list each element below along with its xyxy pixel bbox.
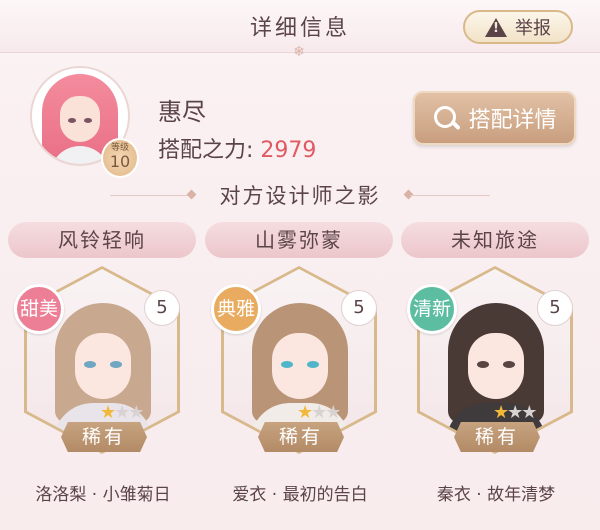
level-badge: 等级 10	[101, 138, 139, 178]
star-icon: ★	[100, 402, 116, 423]
designer-shadow-card[interactable]: 风铃轻响 ★★★ 稀有 甜美 5 洛洛梨 · 小雏菊日	[8, 222, 198, 522]
star-icon: ★	[507, 402, 523, 423]
rarity-banner: 稀有	[61, 422, 147, 452]
snowflake-ornament-icon: ❄	[293, 44, 305, 60]
style-badge: 甜美	[14, 284, 64, 334]
designer-shadow-card[interactable]: 未知旅途 ★★★ 稀有 清新 5 秦衣 · 故年清梦	[401, 222, 591, 522]
card-tag: 未知旅途	[401, 222, 589, 258]
match-detail-button[interactable]: 搭配详情	[413, 91, 576, 145]
magnifier-icon	[432, 104, 462, 132]
count-badge: 5	[144, 290, 180, 326]
match-detail-label: 搭配详情	[468, 108, 557, 133]
detail-panel: 详细信息 举报 ❄ 等级 10 惠尽 搭配之力: 2979 搭配详情 对方设计师…	[0, 0, 600, 530]
star-icon: ★	[493, 402, 509, 423]
count-badge: 5	[341, 290, 377, 326]
star-icon: ★	[311, 402, 327, 423]
card-tag: 山雾弥蒙	[205, 222, 393, 258]
warning-icon	[485, 17, 507, 37]
card-name: 洛洛梨 · 小雏菊日	[35, 485, 171, 505]
star-icon: ★	[128, 402, 144, 423]
power-label: 搭配之力:	[158, 138, 254, 163]
report-button[interactable]: 举报	[463, 10, 573, 44]
power-row: 搭配之力: 2979	[158, 132, 316, 164]
count-badge: 5	[537, 290, 573, 326]
star-rating: ★★★	[297, 402, 341, 423]
rarity-banner: 稀有	[454, 422, 540, 452]
card-name: 爱衣 · 最初的告白	[232, 485, 368, 505]
divider	[410, 195, 490, 196]
rarity-banner: 稀有	[258, 422, 344, 452]
star-icon: ★	[297, 402, 313, 423]
designer-shadow-card[interactable]: 山雾弥蒙 ★★★ 稀有 典雅 5 爱衣 · 最初的告白	[205, 222, 395, 522]
section-title: 对方设计师之影	[219, 184, 381, 208]
star-rating: ★★★	[493, 402, 537, 423]
star-icon: ★	[114, 402, 130, 423]
level-value: 10	[109, 152, 131, 171]
report-button-label: 举报	[515, 18, 551, 39]
star-icon: ★	[325, 402, 341, 423]
style-badge: 清新	[407, 284, 457, 334]
player-name: 惠尽	[158, 98, 206, 126]
star-rating: ★★★	[100, 402, 144, 423]
card-tag: 风铃轻响	[8, 222, 196, 258]
card-name: 秦衣 · 故年清梦	[436, 485, 556, 505]
power-value: 2979	[260, 138, 317, 163]
star-icon: ★	[521, 402, 537, 423]
style-badge: 典雅	[211, 284, 261, 334]
